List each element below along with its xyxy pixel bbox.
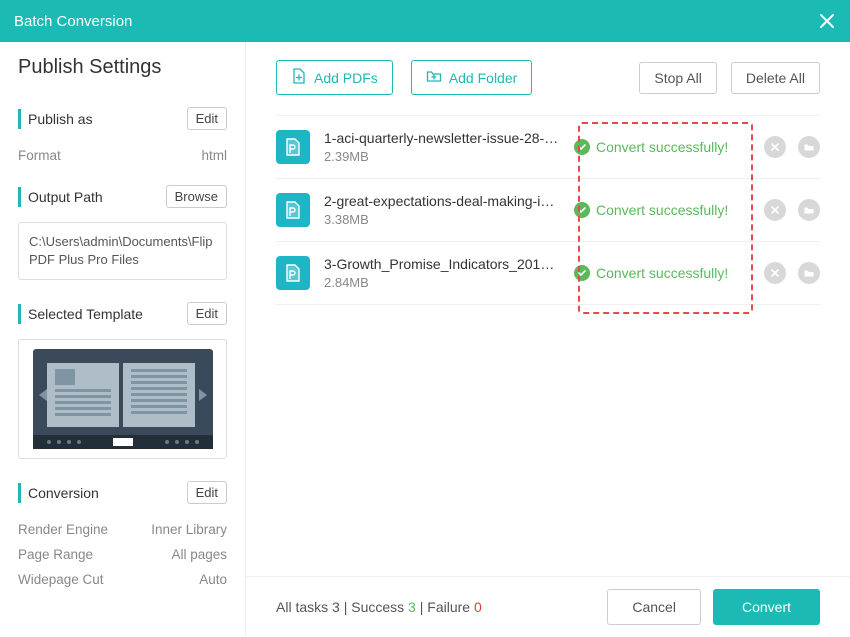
close-icon[interactable]	[818, 12, 836, 30]
selected-template-label: Selected Template	[18, 304, 143, 324]
widepage-cut-value: Auto	[199, 572, 227, 587]
open-folder-button[interactable]	[798, 136, 820, 158]
widepage-cut-label: Widepage Cut	[18, 572, 104, 587]
failure-count: 0	[474, 599, 482, 615]
task-summary: All tasks 3 | Success 3 | Failure 0	[276, 599, 482, 615]
render-engine-row: Render Engine Inner Library	[18, 522, 227, 537]
folder-icon	[803, 141, 815, 153]
add-folder-icon	[426, 68, 442, 87]
section-publish-as: Publish as Edit	[18, 107, 227, 130]
file-row: 3-Growth_Promise_Indicators_2019.pdf 2.8…	[276, 242, 820, 305]
page-range-label: Page Range	[18, 547, 93, 562]
convert-button[interactable]: Convert	[713, 589, 820, 625]
check-icon	[574, 265, 590, 281]
sidebar: Publish Settings Publish as Edit Format …	[0, 42, 246, 637]
file-status: Convert successfully!	[574, 265, 744, 281]
check-icon	[574, 202, 590, 218]
browse-button[interactable]: Browse	[166, 185, 227, 208]
page-range-row: Page Range All pages	[18, 547, 227, 562]
file-size: 3.38MB	[324, 212, 560, 227]
format-row: Format html	[18, 148, 227, 163]
pdf-icon	[276, 130, 310, 164]
stop-all-button[interactable]: Stop All	[639, 62, 716, 94]
file-status: Convert successfully!	[574, 202, 744, 218]
folder-icon	[803, 267, 815, 279]
file-row: 1-aci-quarterly-newsletter-issue-28-new.…	[276, 116, 820, 179]
close-icon	[770, 142, 780, 152]
edit-conversion-button[interactable]: Edit	[187, 481, 227, 504]
format-value: html	[201, 148, 227, 163]
cancel-button[interactable]: Cancel	[607, 589, 701, 625]
pdf-icon	[276, 193, 310, 227]
output-path-value: C:\Users\admin\Documents\Flip PDF Plus P…	[18, 222, 227, 280]
file-size: 2.84MB	[324, 275, 560, 290]
add-folder-label: Add Folder	[449, 70, 517, 86]
widepage-cut-row: Widepage Cut Auto	[18, 572, 227, 587]
file-name: 3-Growth_Promise_Indicators_2019.pdf	[324, 256, 560, 272]
file-row: 2-great-expectations-deal-making-in-th..…	[276, 179, 820, 242]
file-name: 2-great-expectations-deal-making-in-th..…	[324, 193, 560, 209]
all-tasks-label: All tasks	[276, 599, 328, 615]
file-status-text: Convert successfully!	[596, 265, 728, 281]
file-size: 2.39MB	[324, 149, 560, 164]
file-status-text: Convert successfully!	[596, 202, 728, 218]
open-folder-button[interactable]	[798, 262, 820, 284]
format-label: Format	[18, 148, 61, 163]
add-pdfs-button[interactable]: Add PDFs	[276, 60, 393, 95]
section-selected-template: Selected Template Edit	[18, 302, 227, 325]
folder-icon	[803, 204, 815, 216]
all-tasks-count: 3	[332, 599, 340, 615]
pdf-icon	[276, 256, 310, 290]
remove-file-button[interactable]	[764, 262, 786, 284]
success-count: 3	[408, 599, 416, 615]
footer: All tasks 3 | Success 3 | Failure 0 Canc…	[246, 576, 850, 637]
section-conversion: Conversion Edit	[18, 481, 227, 504]
check-icon	[574, 139, 590, 155]
render-engine-label: Render Engine	[18, 522, 108, 537]
file-list: 1-aci-quarterly-newsletter-issue-28-new.…	[276, 115, 820, 576]
render-engine-value: Inner Library	[151, 522, 227, 537]
file-status-text: Convert successfully!	[596, 139, 728, 155]
main-panel: Add PDFs Add Folder Stop All Delete All	[246, 42, 850, 637]
add-pdfs-label: Add PDFs	[314, 70, 378, 86]
output-path-label: Output Path	[18, 187, 103, 207]
publish-as-label: Publish as	[18, 109, 93, 129]
file-name: 1-aci-quarterly-newsletter-issue-28-new.…	[324, 130, 560, 146]
section-output-path: Output Path Browse	[18, 185, 227, 208]
window-title: Batch Conversion	[14, 13, 132, 30]
add-file-icon	[291, 68, 307, 87]
open-folder-button[interactable]	[798, 199, 820, 221]
add-folder-button[interactable]: Add Folder	[411, 60, 532, 95]
conversion-label: Conversion	[18, 483, 99, 503]
flipbook-thumbnail-icon	[33, 349, 213, 449]
sidebar-heading: Publish Settings	[18, 56, 227, 79]
edit-template-button[interactable]: Edit	[187, 302, 227, 325]
edit-publish-as-button[interactable]: Edit	[187, 107, 227, 130]
remove-file-button[interactable]	[764, 136, 786, 158]
titlebar: Batch Conversion	[0, 0, 850, 42]
template-preview	[18, 339, 227, 459]
delete-all-button[interactable]: Delete All	[731, 62, 820, 94]
close-icon	[770, 268, 780, 278]
remove-file-button[interactable]	[764, 199, 786, 221]
close-icon	[770, 205, 780, 215]
toolbar: Add PDFs Add Folder Stop All Delete All	[246, 42, 850, 107]
file-status: Convert successfully!	[574, 139, 744, 155]
failure-label: Failure	[427, 599, 470, 615]
page-range-value: All pages	[171, 547, 227, 562]
success-label: Success	[351, 599, 404, 615]
